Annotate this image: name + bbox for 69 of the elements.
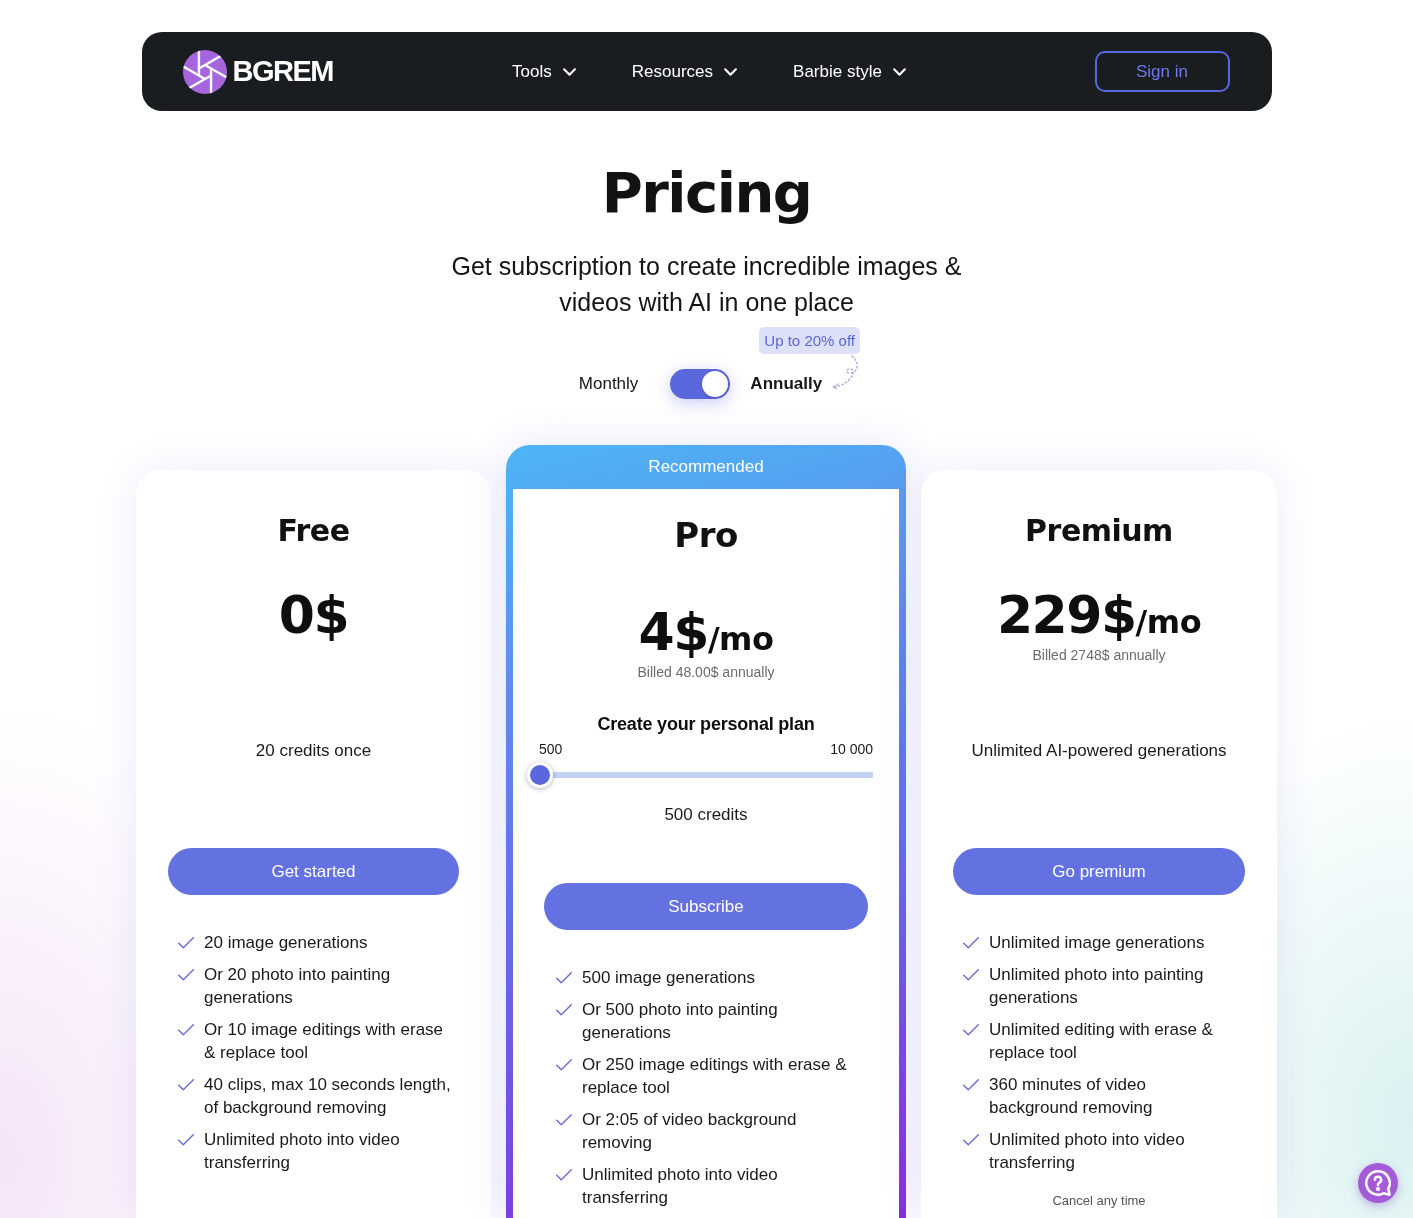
check-icon (178, 969, 194, 981)
page-title: Pricing (601, 159, 812, 227)
nav-menu-item[interactable]: Tools (512, 57, 576, 86)
plan-name: Free (276, 512, 351, 550)
price-amount: 0$ (278, 585, 349, 645)
check-icon (963, 1079, 979, 1091)
price-amount: 4$ (638, 602, 708, 662)
feature-text: Unlimited photo into video transferring (204, 1129, 401, 1174)
price-period: /mo (1135, 603, 1202, 643)
billing-note: Billed 48.00$ annually (636, 663, 776, 682)
feature-text: Or 250 image editings with erase & replace tool (582, 1054, 848, 1099)
check-icon (178, 1134, 194, 1146)
feature-text: Unlimited editing with erase & replace tool (989, 1019, 1214, 1064)
plan-button[interactable]: Get started (168, 848, 459, 895)
check-icon (963, 937, 979, 949)
feature-text: 500 image generations (582, 967, 756, 989)
feature-text: Or 10 image editings with erase & replace tool (204, 1019, 445, 1064)
chevron-down-icon (724, 67, 738, 76)
feature-text: Unlimited photo into video transferring (582, 1164, 779, 1209)
check-icon (178, 937, 194, 949)
feature-text: Unlimited image generations (989, 932, 1206, 954)
check-icon (963, 969, 979, 981)
sign-in-button[interactable]: Sign in (1094, 51, 1230, 92)
check-icon (178, 1079, 194, 1091)
plan-button[interactable]: Go premium (953, 848, 1245, 895)
nav-menu-item[interactable]: Resources (631, 57, 738, 86)
nav-menu-item[interactable]: Barbie style (793, 57, 906, 86)
check-icon (556, 1004, 572, 1016)
plan-name: Pro (673, 514, 739, 556)
range-max-label: 10 000 (830, 740, 873, 758)
logo-text: BGREM (232, 55, 333, 88)
range-min-label: 500 (539, 740, 563, 758)
ribbon-label: Recommended (647, 456, 765, 478)
aperture-logo-icon (182, 49, 227, 94)
feature-text: Or 20 photo into painting generations (204, 964, 392, 1009)
feature-text: 40 clips, max 10 seconds length, of background removing (204, 1074, 452, 1119)
help-button[interactable] (1358, 1163, 1398, 1203)
feature-text: Or 2:05 of video background removing (582, 1109, 798, 1154)
page-subtitle: Get subscription to create incredible images & videos with AI in one place (450, 251, 963, 318)
check-icon (556, 972, 572, 984)
check-icon (178, 1024, 194, 1036)
discount-badge: Up to 20% off (759, 327, 860, 354)
chevron-down-icon (562, 67, 576, 76)
check-icon (556, 1114, 572, 1126)
plan-name: Premium (1024, 512, 1174, 550)
chat-question-icon (1365, 1170, 1391, 1196)
footnote-text: Cancel any time (1051, 1192, 1147, 1210)
feature-text: Unlimited photo into video transferring (989, 1129, 1186, 1174)
feature-text: 20 image generations (204, 932, 369, 954)
billing-toggle[interactable] (670, 369, 731, 399)
annually-label: Annually (750, 374, 823, 394)
plan-button[interactable]: Subscribe (544, 883, 868, 930)
check-icon (556, 1169, 572, 1181)
credits-text: 500 credits (663, 804, 749, 826)
feature-text: 360 minutes of video background removing (989, 1074, 1154, 1119)
feature-text: Or 500 photo into painting generations (582, 999, 779, 1044)
dotted-arrow (830, 355, 861, 391)
price-amount: 229$ (996, 585, 1136, 645)
check-icon (963, 1024, 979, 1036)
custom-plan-title: Create your personal plan (596, 713, 816, 736)
billing-note: Billed 2748$ annually (1031, 646, 1167, 665)
check-icon (963, 1134, 979, 1146)
monthly-label: Monthly (578, 374, 639, 394)
feature-text: Unlimited photo into painting generations (989, 964, 1205, 1009)
price-period: /mo (707, 620, 774, 660)
check-icon (556, 1059, 572, 1071)
chevron-down-icon (892, 67, 906, 76)
credits-text: Unlimited AI-powered generations (970, 740, 1228, 762)
credits-text: 20 credits once (254, 740, 373, 762)
